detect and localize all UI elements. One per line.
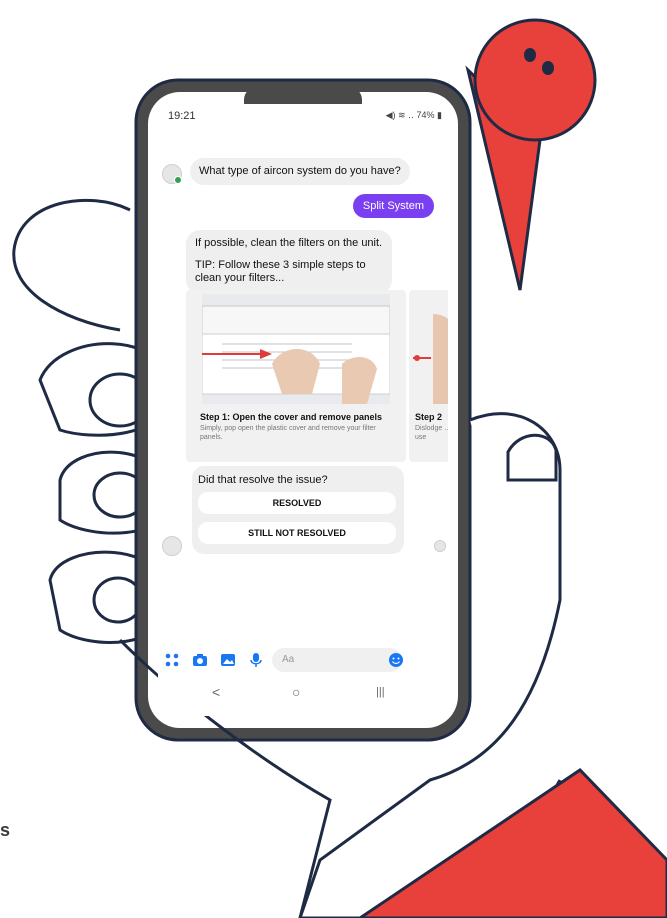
bot-message: What type of aircon system do you have?: [190, 158, 410, 185]
tip-line-1: If possible, clean the filters on the un…: [195, 237, 383, 249]
step-carousel[interactable]: Step 1: Open the cover and remove panels…: [186, 290, 448, 462]
mic-icon[interactable]: [248, 652, 264, 668]
message-input[interactable]: Aa: [272, 648, 402, 672]
tip-line-2: TIP: Follow these 3 simple steps to clea…: [195, 259, 366, 284]
nav-back-button[interactable]: <: [212, 684, 220, 700]
step-1-desc: Simply, pop open the plastic cover and r…: [200, 425, 376, 441]
step-1-title: Step 1: Open the cover and remove panels: [200, 412, 383, 422]
step-card-1[interactable]: Step 1: Open the cover and remove panels…: [186, 290, 406, 462]
composer-bar: Aa: [158, 648, 448, 674]
red-mascot: [465, 18, 597, 291]
bot-tip-message: If possible, clean the filters on the un…: [186, 230, 392, 294]
camera-icon[interactable]: [192, 652, 208, 668]
status-indicators: ◀) ≋ ‥ 74% ▮: [385, 110, 442, 120]
status-bar: 19:21 ◀) ≋ ‥ 74% ▮: [158, 110, 448, 126]
emoji-icon[interactable]: [388, 652, 404, 668]
online-dot: [174, 176, 182, 184]
bot-avatar: [162, 164, 182, 184]
bot-avatar-2: [162, 536, 182, 556]
image-icon[interactable]: [220, 652, 236, 668]
android-navbar: < ○ |||: [158, 680, 448, 708]
nav-home-button[interactable]: ○: [292, 684, 300, 700]
resolved-button[interactable]: RESOLVED: [198, 492, 396, 514]
step-2-desc: Dislodge … can use: [415, 425, 448, 441]
step-2-image: [413, 294, 448, 404]
resolve-message: Did that resolve the issue? RESOLVED STI…: [192, 466, 404, 554]
apps-icon[interactable]: [164, 652, 180, 668]
step-card-2[interactable]: Step 2 Dislodge … can use: [409, 290, 448, 462]
step-2-title: Step 2: [415, 412, 443, 422]
cropped-caption-text: s: [0, 820, 11, 840]
nav-recents-button[interactable]: |||: [376, 686, 385, 698]
aircon-filter-image: [196, 294, 391, 404]
user-message: Split System: [352, 194, 434, 218]
messenger-screen: 19:21 ◀) ≋ ‥ 74% ▮ What type of aircon s…: [158, 104, 448, 716]
status-time: 19:21: [168, 110, 196, 122]
resolve-question: Did that resolve the issue?: [198, 474, 328, 486]
not-resolved-button[interactable]: STILL NOT RESOLVED: [198, 522, 396, 544]
seen-avatar: [434, 540, 446, 552]
